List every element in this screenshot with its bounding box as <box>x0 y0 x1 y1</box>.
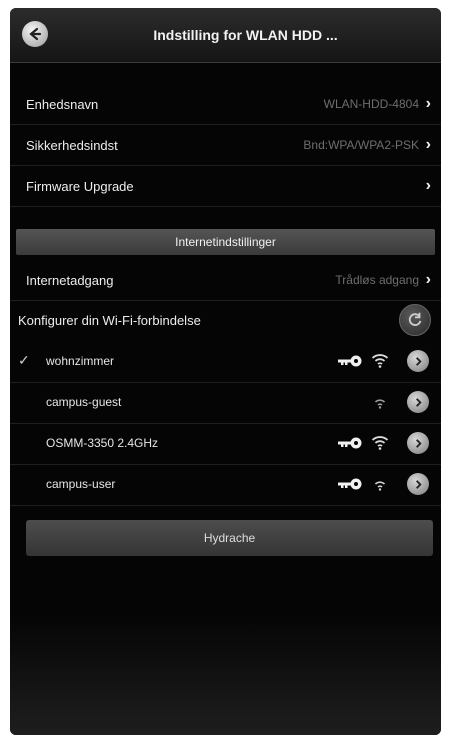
wifi-config-row: Konfigurer din Wi-Fi-forbindelse <box>10 304 441 338</box>
network-row-campus-guest[interactable]: campus-guest <box>10 383 441 424</box>
firmware-upgrade-label: Firmware Upgrade <box>26 178 134 194</box>
scan-refresh-button[interactable] <box>399 304 431 336</box>
device-settings-list: Enhedsnavn WLAN-HDD-4804 › Sikkerhedsind… <box>10 84 441 207</box>
key-icon <box>338 355 362 367</box>
network-ssid: campus-guest <box>46 395 122 409</box>
internet-access-row[interactable]: Internetadgang Trådløs adgang › <box>10 260 441 301</box>
device-name-value: WLAN-HDD-4804 <box>323 97 419 111</box>
wifi-signal-icon <box>374 481 386 491</box>
bottom-gradient <box>10 615 441 735</box>
device-name-row[interactable]: Enhedsnavn WLAN-HDD-4804 › <box>10 84 441 125</box>
key-icon <box>338 478 362 490</box>
network-ssid: OSMM-3350 2.4GHz <box>46 436 159 450</box>
wifi-signal-icon <box>374 399 386 409</box>
network-details-button[interactable] <box>407 432 429 454</box>
chevron-right-icon: › <box>425 95 431 112</box>
firmware-upgrade-row[interactable]: Firmware Upgrade › <box>10 166 441 207</box>
device-name-label: Enhedsnavn <box>26 96 99 112</box>
internet-access-list: Internetadgang Trådløs adgang › <box>10 260 441 301</box>
back-button[interactable] <box>22 21 48 47</box>
title-bar: Indstilling for WLAN HDD ... <box>10 8 441 63</box>
network-row-wohnzimmer[interactable]: ✓ wohnzimmer <box>10 342 441 383</box>
key-icon <box>338 437 362 449</box>
back-arrow-icon <box>29 27 42 41</box>
internet-settings-header: Internetindstillinger <box>16 229 435 255</box>
security-settings-value: Bnd:WPA/WPA2-PSK <box>303 138 419 152</box>
info-arrow-icon <box>415 479 422 489</box>
network-ssid: wohnzimmer <box>46 354 115 368</box>
checkmark-icon: ✓ <box>18 352 30 368</box>
wifi-config-label: Konfigurer din Wi-Fi-forbindelse <box>18 313 201 328</box>
security-settings-row[interactable]: Sikkerhedsindst Bnd:WPA/WPA2-PSK › <box>10 125 441 166</box>
internet-access-label: Internetadgang <box>26 272 114 288</box>
wifi-signal-icon <box>371 436 389 450</box>
internet-access-value: Trådløs adgang <box>335 273 419 287</box>
network-details-button[interactable] <box>407 473 429 495</box>
info-arrow-icon <box>415 397 422 407</box>
wifi-signal-icon <box>371 354 389 368</box>
chevron-right-icon: › <box>425 136 431 153</box>
network-details-button[interactable] <box>407 391 429 413</box>
chevron-right-icon: › <box>425 177 431 194</box>
refresh-icon <box>408 312 422 326</box>
network-row-campus-user[interactable]: campus-user <box>10 465 441 506</box>
chevron-right-icon: › <box>425 271 431 288</box>
info-arrow-icon <box>415 438 422 448</box>
wifi-network-list: ✓ wohnzimmer campus-guest OSMM-3350 2.4G… <box>10 342 441 506</box>
security-settings-label: Sikkerhedsindst <box>26 137 118 153</box>
info-arrow-icon <box>415 356 422 366</box>
network-details-button[interactable] <box>407 350 429 372</box>
network-row-osmm[interactable]: OSMM-3350 2.4GHz <box>10 424 441 465</box>
page-title: Indstilling for WLAN HDD ... <box>153 27 338 43</box>
app-screen: Indstilling for WLAN HDD ... Enhedsnavn … <box>10 8 441 735</box>
network-ssid: campus-user <box>46 477 116 491</box>
refresh-list-button[interactable]: Hydrache <box>26 520 433 556</box>
